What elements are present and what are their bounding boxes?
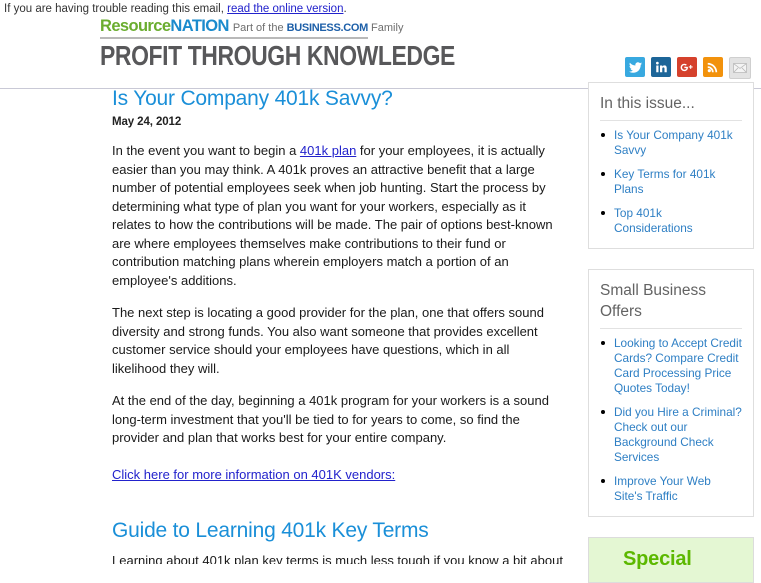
rss-icon[interactable] xyxy=(703,57,723,77)
brand-block[interactable]: ResourceNATION Part of the BUSINESS.COM F… xyxy=(100,17,455,72)
list-item[interactable]: Is Your Company 401k Savvy xyxy=(600,128,742,158)
in-this-issue-title: In this issue... xyxy=(600,93,742,121)
list-item[interactable]: Key Terms for 401k Plans xyxy=(600,167,742,197)
in-this-issue-list: Is Your Company 401k Savvy Key Terms for… xyxy=(600,128,742,236)
in-this-issue-box: In this issue... Is Your Company 401k Sa… xyxy=(588,82,754,249)
tagline: PROFIT THROUGH KNOWLEDGE xyxy=(100,40,455,71)
brand-line: ResourceNATION Part of the BUSINESS.COM F… xyxy=(100,17,403,39)
page-title: Is Your Company 401k Savvy? xyxy=(112,87,393,110)
logo-resource-text: Resource xyxy=(100,17,171,35)
preheader-bar: If you are having trouble reading this e… xyxy=(0,0,761,16)
paragraph-1-text-a: In the event you want to begin a xyxy=(112,143,300,158)
special-label: Special xyxy=(623,548,692,570)
twitter-icon[interactable] xyxy=(625,57,645,77)
small-business-offers-list: Looking to Accept Credit Cards? Compare … xyxy=(600,336,742,504)
online-version-link[interactable]: read the online version xyxy=(227,3,343,15)
offer-link-0[interactable]: Looking to Accept Credit Cards? Compare … xyxy=(614,336,742,395)
special-promo-box[interactable]: Special xyxy=(588,537,754,583)
logo-nation-text: NATION xyxy=(170,17,229,35)
401k-plan-link[interactable]: 401k plan xyxy=(300,143,356,158)
linkedin-icon[interactable] xyxy=(651,57,671,77)
social-icons xyxy=(625,57,751,79)
small-business-offers-title: Small Business Offers xyxy=(600,280,742,329)
issue-link-1[interactable]: Key Terms for 401k Plans xyxy=(614,167,715,196)
googleplus-icon[interactable] xyxy=(677,57,697,77)
secondary-article-clipped-text: Learning about 401k plan key terms is mu… xyxy=(112,553,563,564)
list-item[interactable]: Looking to Accept Credit Cards? Compare … xyxy=(600,336,742,396)
article-paragraph-1: In the event you want to begin a 401k pl… xyxy=(112,142,567,290)
secondary-article-title: Guide to Learning 401k Key Terms xyxy=(112,519,429,542)
paragraph-1-text-b: for your employees, it is actually easie… xyxy=(112,143,553,288)
offer-link-1[interactable]: Did you Hire a Criminal? Check out our B… xyxy=(614,405,742,464)
part-of-text: Part of the xyxy=(232,22,287,34)
main-content: Is Your Company 401k Savvy? May 24, 2012… xyxy=(112,86,567,564)
issue-link-0[interactable]: Is Your Company 401k Savvy xyxy=(614,128,733,157)
email-icon[interactable] xyxy=(729,57,751,79)
preheader-text-before: If you are having trouble reading this e… xyxy=(4,3,228,15)
list-item[interactable]: Improve Your Web Site's Traffic xyxy=(600,474,742,504)
offer-link-2[interactable]: Improve Your Web Site's Traffic xyxy=(614,474,711,503)
article-paragraph-2: The next step is locating a good provide… xyxy=(112,305,544,376)
vendors-info-link[interactable]: Click here for more information on 401K … xyxy=(112,466,395,485)
family-text: Family xyxy=(368,22,404,34)
preheader-text-after: . xyxy=(343,3,347,15)
list-item[interactable]: Top 401k Considerations xyxy=(600,206,742,236)
sidebar: In this issue... Is Your Company 401k Sa… xyxy=(588,82,754,583)
article-date: May 24, 2012 xyxy=(112,116,182,128)
masthead: ResourceNATION Part of the BUSINESS.COM F… xyxy=(0,16,761,89)
issue-link-2[interactable]: Top 401k Considerations xyxy=(614,206,693,235)
article-paragraph-3: At the end of the day, beginning a 401k … xyxy=(112,393,549,445)
business-com-text: BUSINESS.COM xyxy=(286,22,369,34)
small-business-offers-box: Small Business Offers Looking to Accept … xyxy=(588,269,754,517)
list-item[interactable]: Did you Hire a Criminal? Check out our B… xyxy=(600,405,742,465)
